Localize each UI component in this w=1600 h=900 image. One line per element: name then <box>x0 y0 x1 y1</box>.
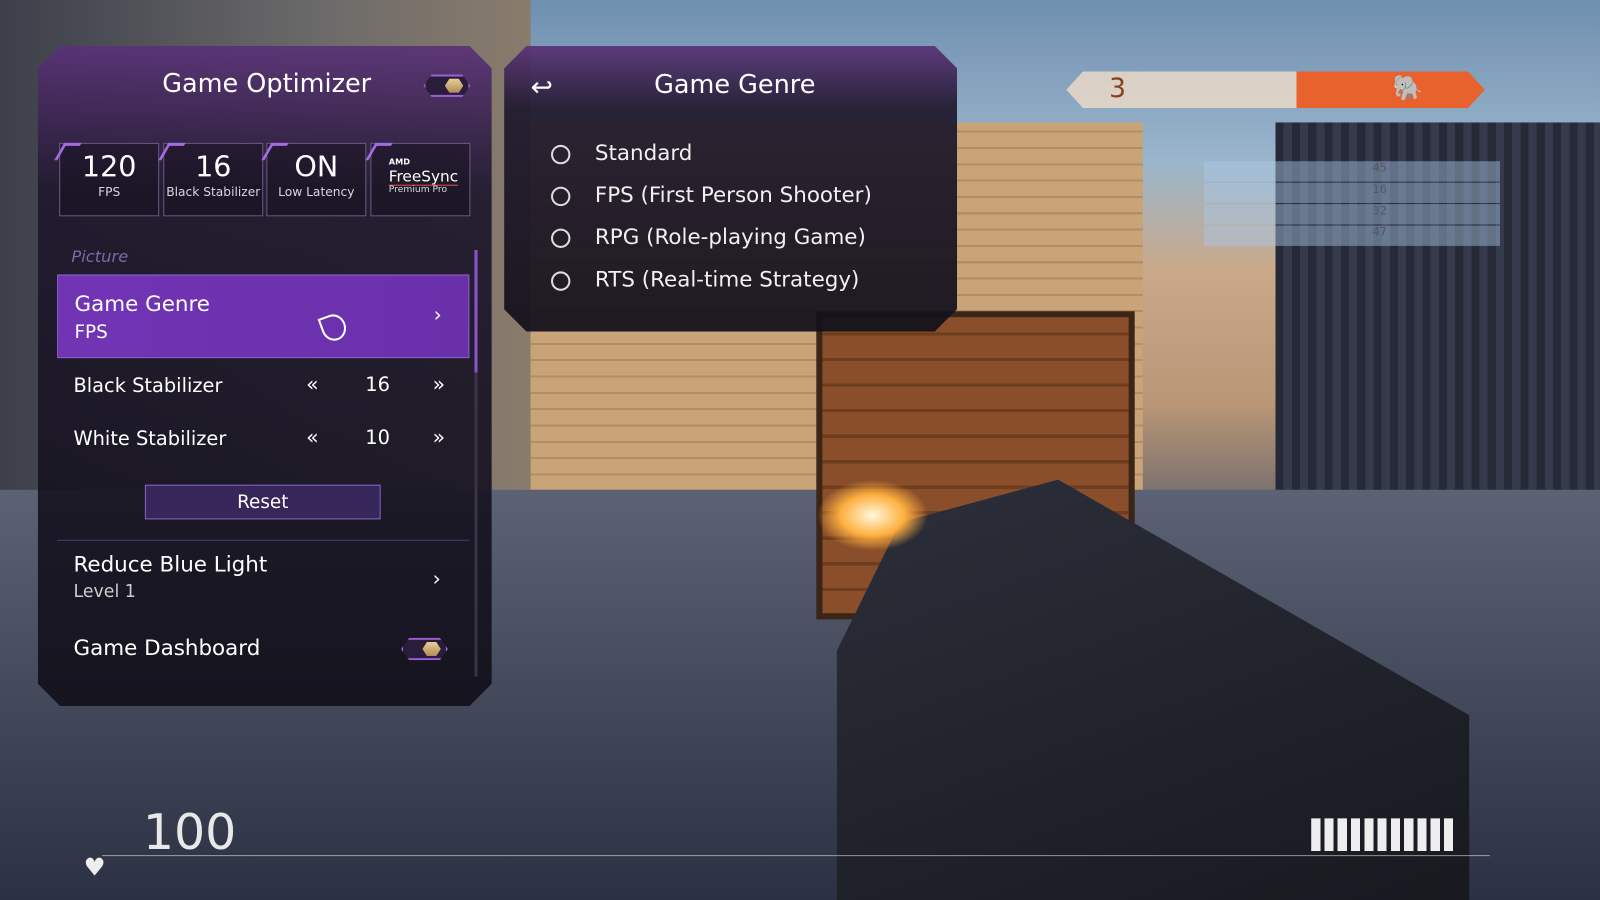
scoreboard-row: 47 <box>1204 225 1500 246</box>
radio-button[interactable] <box>551 186 570 205</box>
section-label-picture: Picture <box>71 246 129 267</box>
chevron-right-icon: › <box>433 302 442 327</box>
back-arrow-icon[interactable]: ↩ <box>531 72 553 103</box>
white-stabilizer-item[interactable]: White Stabilizer « 10 » <box>57 417 469 466</box>
genre-option-rts[interactable]: RTS (Real-time Strategy) <box>551 267 859 291</box>
chevron-right-icon: › <box>432 566 441 591</box>
panel-title: Game Optimizer <box>162 68 372 98</box>
elephant-icon: 🐘 <box>1392 73 1424 103</box>
toggle-knob <box>422 642 440 656</box>
reduce-blue-light-label: Reduce Blue Light <box>73 552 268 577</box>
black-stabilizer-label: Black Stabilizer <box>73 374 223 397</box>
fps-tile: 120 FPS <box>59 143 159 216</box>
ammo-indicator <box>1311 818 1457 852</box>
radio-button[interactable] <box>551 228 570 247</box>
low-latency-label: Low Latency <box>278 184 355 199</box>
black-stabilizer-value: 16 <box>195 149 232 184</box>
game-dashboard-item[interactable]: Game Dashboard <box>57 628 469 673</box>
reset-button[interactable]: Reset <box>145 485 381 520</box>
black-stabilizer-value: 16 <box>365 373 390 396</box>
game-dashboard-toggle[interactable] <box>401 638 448 660</box>
genre-option-fps[interactable]: FPS (First Person Shooter) <box>551 183 872 207</box>
fps-value: 120 <box>81 149 137 184</box>
heart-icon: ♥ <box>83 853 106 882</box>
decrease-arrow-icon[interactable]: « <box>306 371 318 395</box>
radio-button[interactable] <box>551 144 570 163</box>
white-stabilizer-value: 10 <box>365 426 390 449</box>
increase-arrow-icon[interactable]: » <box>433 371 445 395</box>
scoreboard-row: 16 <box>1204 182 1500 204</box>
increase-arrow-icon[interactable]: » <box>433 424 445 448</box>
scoreboard: 45 16 32 47 <box>1204 161 1500 246</box>
genre-option-standard[interactable]: Standard <box>551 141 692 165</box>
optimizer-toggle[interactable] <box>423 74 470 96</box>
low-latency-value: ON <box>294 149 339 184</box>
freesync-tile: AMD FreeSync Premium Pro <box>370 143 470 216</box>
game-genre-item[interactable]: Game Genre FPS › <box>57 274 469 358</box>
health-value: 100 <box>142 804 237 862</box>
scoreboard-row: 45 <box>1204 161 1500 182</box>
fps-label: FPS <box>98 184 121 199</box>
pointer-cursor-icon <box>318 311 350 344</box>
scrollbar[interactable] <box>474 250 477 677</box>
radio-button[interactable] <box>551 271 570 290</box>
reduce-blue-light-value: Level 1 <box>73 581 136 603</box>
hud-bottom-line <box>102 855 1490 857</box>
freesync-logo: AMD FreeSync Premium Pro <box>388 157 459 196</box>
game-genre-value: FPS <box>74 321 108 343</box>
toggle-knob <box>445 79 463 93</box>
divider <box>57 540 469 541</box>
genre-panel-title: Game Genre <box>654 69 816 99</box>
decrease-arrow-icon[interactable]: « <box>306 424 318 448</box>
white-stabilizer-label: White Stabilizer <box>73 427 227 450</box>
scrollbar-thumb[interactable] <box>474 250 477 372</box>
black-stabilizer-tile: 16 Black Stabilizer <box>163 143 263 216</box>
black-stabilizer-item[interactable]: Black Stabilizer « 16 » <box>57 362 469 411</box>
muzzle-flash <box>816 479 929 552</box>
team-score: 3 <box>1109 73 1127 105</box>
low-latency-tile: ON Low Latency <box>266 143 366 216</box>
black-stabilizer-label: Black Stabilizer <box>166 184 261 199</box>
reduce-blue-light-item[interactable]: Reduce Blue Light Level 1 › <box>57 546 469 615</box>
team-score-banner: 3 🐘 <box>1066 71 1485 109</box>
game-optimizer-panel: Game Optimizer 120 FPS 16 Black Stabiliz… <box>38 46 492 706</box>
game-genre-panel: ↩ Game Genre Standard FPS (First Person … <box>504 46 957 332</box>
genre-option-rpg[interactable]: RPG (Role-playing Game) <box>551 224 866 248</box>
game-dashboard-label: Game Dashboard <box>73 635 261 661</box>
game-genre-label: Game Genre <box>74 291 210 317</box>
scoreboard-row: 32 <box>1204 204 1500 225</box>
